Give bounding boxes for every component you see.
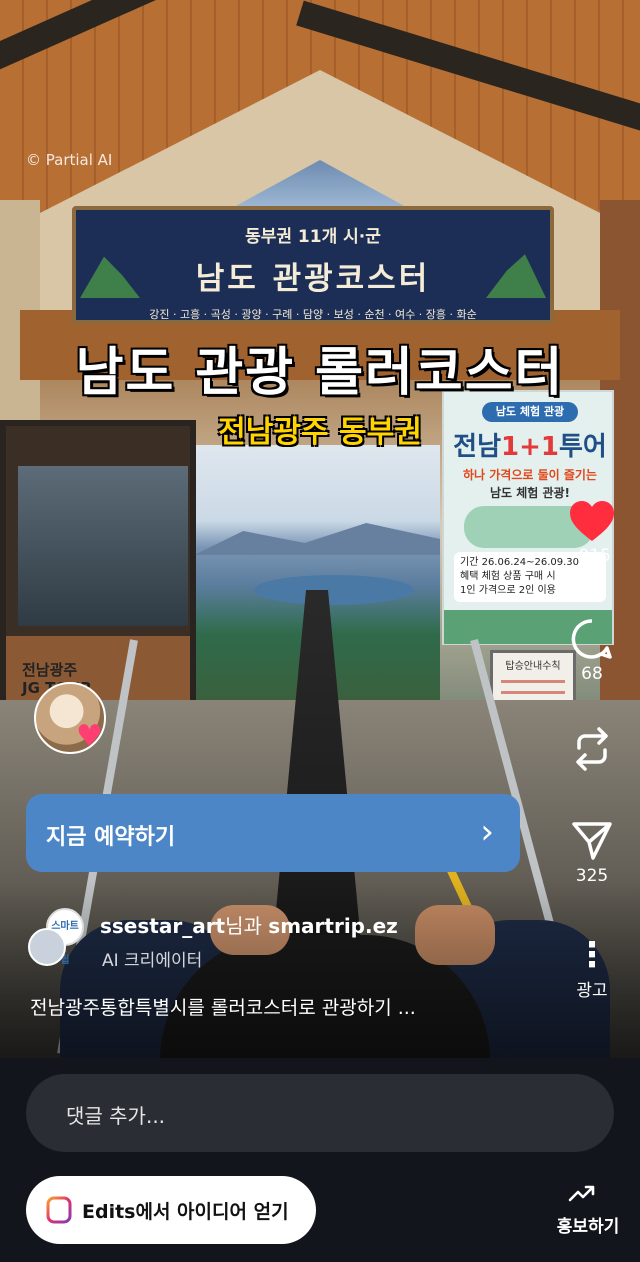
poster-tagline-2: 남도 체험 관광! <box>489 486 571 500</box>
comment-input[interactable]: 댓글 추가... <box>26 1074 614 1152</box>
bottom-bar: 댓글 추가... Edits에서 아이디어 얻기 홍보하기 <box>0 1058 640 1262</box>
book-now-button[interactable]: 지금 예약하기 › <box>26 794 520 872</box>
poster-tagline: 하나 가격으로 둘이 즐기는 <box>463 468 597 482</box>
edits-ideas-button[interactable]: Edits에서 아이디어 얻기 <box>26 1176 316 1244</box>
author-avatar[interactable] <box>28 928 66 966</box>
booth-window <box>18 466 188 626</box>
video-headline: 남도 관광 롤러코스터 <box>75 343 565 403</box>
sign-county-list: 강진 · 고흥 · 곡성 · 광양 · 구례 · 담양 · 보성 · 순천 · … <box>149 308 477 321</box>
comment-count: 68 <box>581 664 603 684</box>
collaborator-username[interactable]: smartrip.ez <box>268 914 398 938</box>
author-username[interactable]: ssestar_art <box>100 914 225 938</box>
post-caption[interactable]: 전남광주통합특별시를 롤러코스터로 관광하기 ... <box>30 993 416 1020</box>
edits-icon <box>46 1196 72 1224</box>
like-count: ,015 <box>573 546 611 566</box>
station-sign: 동부권 11개 시·군 남도 관광코스터 강진 · 고흥 · 곡성 · 광양 ·… <box>72 206 554 324</box>
edits-label: Edits에서 아이디어 얻기 <box>82 1201 289 1223</box>
ai-watermark: © Partial AI <box>26 151 113 169</box>
author-joiner: 님과 <box>225 914 269 938</box>
more-vertical-icon[interactable]: ⋮ <box>556 938 628 972</box>
trending-up-icon <box>546 1184 618 1206</box>
heart-icon: ♥ <box>76 719 103 754</box>
sign-title: 남도 관광코스터 <box>195 261 431 297</box>
ad-label: 광고 <box>576 981 608 1001</box>
comment-action[interactable]: 68 <box>556 618 628 684</box>
repost-action[interactable] <box>556 726 628 772</box>
video-subheadline: 전남광주 동부권 <box>218 415 422 450</box>
share-count: 325 <box>575 866 609 886</box>
promote-button[interactable]: 홍보하기 <box>546 1184 630 1237</box>
distant-hills <box>194 523 440 555</box>
sign-top-text: 동부권 11개 시·군 <box>245 227 381 247</box>
heart-icon[interactable] <box>556 500 628 542</box>
comment-placeholder: 댓글 추가... <box>66 1104 166 1128</box>
chevron-right-icon: › <box>480 812 494 852</box>
booth-logo-line1: 전남광주 <box>22 661 78 679</box>
share-action[interactable]: 325 <box>556 820 628 886</box>
like-action[interactable]: ,015 <box>556 500 628 566</box>
promote-label: 홍보하기 <box>556 1217 620 1237</box>
comment-icon[interactable] <box>556 618 628 660</box>
author-names[interactable]: ssestar_art님과 smartrip.ez <box>100 910 398 939</box>
book-now-label: 지금 예약하기 <box>46 825 176 850</box>
send-icon[interactable] <box>556 820 628 862</box>
more-action[interactable]: ⋮ 광고 <box>556 938 628 1001</box>
caption-shade <box>0 880 640 1058</box>
poster-info-benefit: 혜택 체험 상품 구매 시 <box>460 571 556 582</box>
poster-info-benefit-2: 1인 가격으로 2인 이용 <box>460 585 556 596</box>
author-subtitle: AI 크리에이터 <box>102 951 203 971</box>
sea-bay <box>254 575 414 605</box>
reel-video[interactable]: 전남광주 JG TOUR 남도 체험 관광 전남1+1투어 하나 가격으로 둘이… <box>0 0 640 1058</box>
repost-icon[interactable] <box>556 726 628 772</box>
rule-line <box>501 691 565 694</box>
